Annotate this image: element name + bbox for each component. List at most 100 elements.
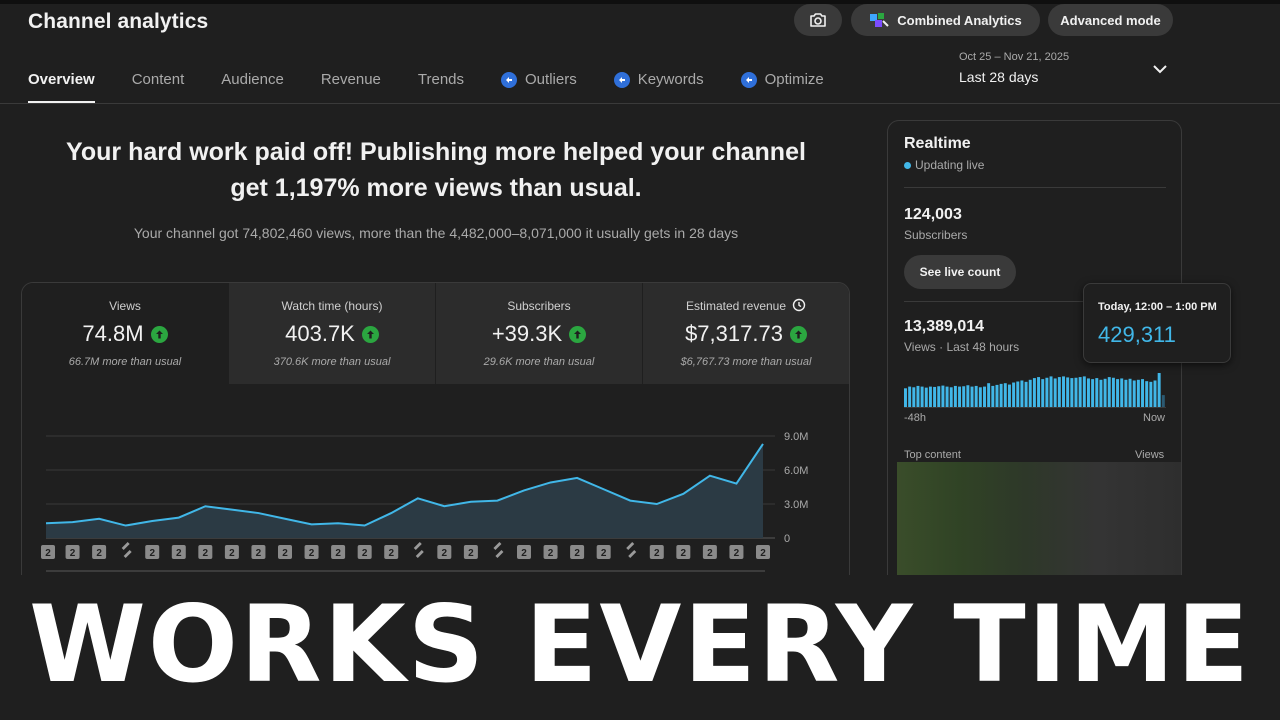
views-data-point[interactable] [495, 499, 499, 503]
metric-tile[interactable]: Subscribers +39.3K 29.6K more than usual [436, 283, 643, 384]
realtime-bar[interactable] [1161, 395, 1165, 407]
short-marker-icon[interactable]: 2 [171, 545, 186, 559]
realtime-bar[interactable] [970, 386, 974, 407]
views-data-point[interactable] [389, 511, 393, 515]
realtime-bar[interactable] [920, 386, 924, 407]
tab-overview[interactable]: Overview [28, 71, 95, 103]
views-data-point[interactable] [336, 521, 340, 525]
realtime-bar[interactable] [1037, 377, 1041, 407]
views-data-point[interactable] [256, 511, 260, 515]
realtime-bar[interactable] [983, 386, 986, 407]
realtime-bar[interactable] [1145, 381, 1149, 407]
short-marker-icon[interactable]: 2 [384, 545, 399, 559]
short-marker-icon[interactable]: 2 [437, 545, 452, 559]
views-chart[interactable]: 9.0M 6.0M 3.0M 0 2 2 2 2 2 2 2 2 2 2 2 2 2 2 2 2 2 2 2 2 2 2 2 2 [22, 384, 850, 592]
short-marker-icon[interactable]: 2 [198, 545, 213, 559]
realtime-bar[interactable] [1016, 381, 1020, 408]
views-data-point[interactable] [734, 482, 738, 486]
realtime-bar[interactable] [1103, 378, 1107, 407]
short-marker-icon[interactable]: 2 [702, 545, 717, 559]
combined-analytics-button[interactable]: Combined Analytics [851, 4, 1040, 36]
video-marker-icon[interactable] [493, 542, 504, 558]
short-marker-icon[interactable]: 2 [756, 545, 770, 559]
realtime-bar[interactable] [1053, 378, 1057, 407]
views-data-point[interactable] [681, 492, 685, 496]
realtime-bar[interactable] [1003, 383, 1007, 407]
short-marker-icon[interactable]: 2 [517, 545, 531, 559]
realtime-bar[interactable] [958, 386, 962, 407]
realtime-bar[interactable] [1028, 379, 1032, 407]
short-marker-icon[interactable]: 2 [543, 545, 558, 559]
realtime-bar[interactable] [1136, 379, 1140, 407]
advanced-mode-button[interactable]: Advanced mode [1048, 4, 1173, 36]
realtime-bar[interactable] [1070, 378, 1074, 407]
realtime-bar[interactable] [945, 386, 949, 407]
realtime-bar[interactable] [1120, 378, 1124, 407]
realtime-bar[interactable] [1099, 379, 1103, 407]
realtime-bar[interactable] [1091, 379, 1095, 407]
tab-audience[interactable]: Audience [221, 71, 284, 103]
views-data-point[interactable] [230, 508, 234, 512]
realtime-bar[interactable] [1095, 378, 1099, 407]
tab-outliers[interactable]: Outliers [501, 71, 577, 103]
views-data-point[interactable] [522, 488, 526, 492]
short-marker-icon[interactable]: 2 [357, 545, 372, 559]
realtime-bar[interactable] [1062, 376, 1065, 407]
realtime-bar[interactable] [933, 386, 937, 407]
realtime-bar[interactable] [1057, 377, 1061, 407]
metric-tile[interactable]: Views 74.8M 66.7M more than usual [22, 283, 229, 384]
realtime-bar[interactable] [1149, 381, 1153, 407]
short-marker-icon[interactable]: 2 [65, 545, 80, 559]
realtime-bar[interactable] [1153, 380, 1157, 407]
views-data-point[interactable] [310, 522, 314, 526]
realtime-bar-chart[interactable] [904, 373, 1166, 407]
views-data-point[interactable] [363, 524, 367, 528]
realtime-bar[interactable] [1045, 377, 1049, 407]
views-data-point[interactable] [442, 504, 446, 508]
realtime-bar[interactable] [1024, 381, 1028, 407]
realtime-bar[interactable] [912, 387, 916, 407]
views-data-point[interactable] [761, 442, 765, 446]
realtime-bar[interactable] [1049, 376, 1053, 407]
tab-content[interactable]: Content [132, 71, 185, 103]
realtime-bar[interactable] [1111, 377, 1115, 407]
short-marker-icon[interactable]: 2 [251, 545, 266, 559]
tab-trends[interactable]: Trends [418, 71, 464, 103]
views-data-point[interactable] [469, 500, 473, 504]
realtime-bar[interactable] [995, 384, 999, 407]
realtime-bar[interactable] [966, 385, 970, 407]
see-live-count-button[interactable]: See live count [904, 255, 1016, 289]
chevron-down-icon[interactable] [1151, 62, 1169, 76]
date-range-picker[interactable]: Oct 25 – Nov 21, 2025 Last 28 days [959, 51, 1069, 85]
realtime-bar[interactable] [1007, 384, 1011, 407]
short-marker-icon[interactable]: 2 [278, 545, 292, 559]
views-data-point[interactable] [44, 521, 48, 525]
video-marker-icon[interactable] [626, 542, 637, 558]
views-data-point[interactable] [628, 499, 632, 503]
realtime-bar[interactable] [974, 385, 978, 407]
realtime-bar[interactable] [1141, 379, 1145, 407]
short-marker-icon[interactable]: 2 [304, 545, 319, 559]
realtime-bar[interactable] [1124, 379, 1128, 407]
realtime-bar[interactable] [1020, 380, 1024, 407]
realtime-bar[interactable] [991, 385, 995, 407]
views-data-point[interactable] [283, 517, 287, 521]
realtime-bar[interactable] [1012, 382, 1016, 407]
realtime-bar[interactable] [1086, 378, 1090, 407]
realtime-bar[interactable] [949, 387, 953, 407]
realtime-bar[interactable] [1041, 379, 1045, 407]
realtime-bar[interactable] [1074, 377, 1078, 407]
short-marker-icon[interactable]: 2 [596, 545, 611, 559]
video-marker-icon[interactable] [121, 542, 132, 558]
realtime-bar[interactable] [916, 385, 920, 407]
short-marker-icon[interactable]: 2 [463, 545, 478, 559]
short-marker-icon[interactable]: 2 [224, 545, 239, 559]
short-marker-icon[interactable]: 2 [649, 545, 664, 559]
views-data-point[interactable] [655, 502, 659, 506]
realtime-bar[interactable] [904, 388, 907, 407]
metric-tile[interactable]: Estimated revenue $7,317.73 $6,767.73 more… [643, 283, 849, 384]
short-marker-icon[interactable]: 2 [729, 545, 744, 559]
tab-keywords[interactable]: Keywords [613, 71, 704, 103]
realtime-bar[interactable] [1082, 376, 1086, 407]
realtime-bar[interactable] [1132, 380, 1136, 407]
